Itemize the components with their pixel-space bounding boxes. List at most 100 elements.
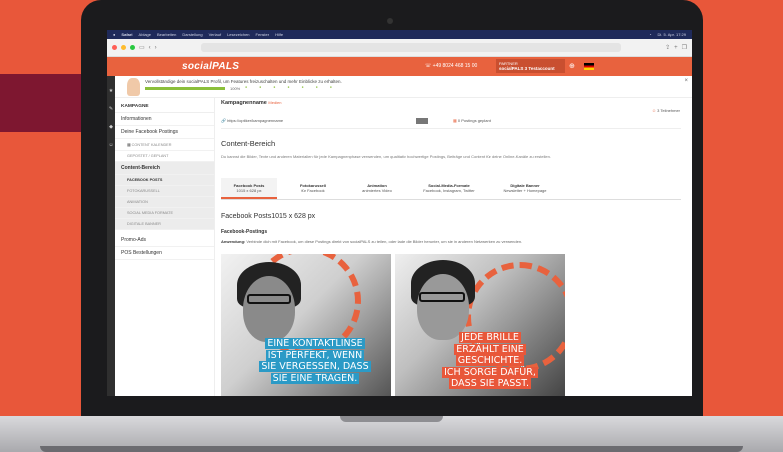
tab-social-media-formate[interactable]: Social-Media-Formate Facebook, Instagram,… (413, 178, 485, 199)
campaign-meta (221, 107, 686, 111)
browser-toolbar: ▭ ‹ › ⇪ + ❐ (107, 39, 692, 57)
pin-icon[interactable]: ✎ (107, 106, 115, 112)
sidebar-toggle-icon[interactable]: ▭ (139, 44, 145, 51)
sidebar-item-facebook-postings[interactable]: Deine Facebook Postings (115, 126, 214, 139)
campaign-sidebar: KAMPAGNE Informationen Deine Facebook Po… (115, 98, 215, 396)
icon-rail: ★ ✎ ◆ ☺ (107, 76, 115, 396)
tab-subtitle: Facebook, Instagram, Twitter (423, 188, 475, 193)
sidebar-item-pos-bestellungen[interactable]: POS Bestellungen (115, 247, 214, 260)
sidebar-item-facebook-posts[interactable]: FACEBOOK POSTS (115, 175, 214, 186)
sidebar-item-promo-ads[interactable]: Promo-Ads (115, 234, 214, 247)
photo-glasses (247, 294, 291, 304)
menu-fenster[interactable]: Fenster (256, 32, 270, 37)
sidebar-item-social-media-formate[interactable]: SOCIAL MEDIA FORMATE (115, 208, 214, 219)
caption-line: GESCHICHTE. (455, 355, 525, 366)
new-tab-icon[interactable]: + (674, 45, 678, 51)
caption-line: SIE EINE TRAGEN. (270, 372, 360, 384)
facebook-posts-heading: Facebook Posts1015 x 628 px (221, 213, 316, 220)
users-icon[interactable]: ☺ (107, 142, 115, 148)
facebook-post-image-glasses[interactable]: JEDE BRILLE ERZÄHLT EINE GESCHICHTE. ICH… (395, 254, 565, 396)
clock-status[interactable]: Di. 5. Apr. 17:29 (658, 32, 686, 37)
support-phone[interactable]: ☏ +49 8024 468 15 00 (425, 63, 477, 69)
facebook-post-image-contact-lens[interactable]: EINE KONTAKTLINSE IST PERFEKT, WENN SIE … (221, 254, 391, 396)
laptop-base-shadow (40, 446, 743, 452)
sidebar-item-informationen[interactable]: Informationen (115, 113, 214, 126)
campaign-link[interactable]: 🔗 https://optiker/kampagnenname (221, 118, 283, 123)
sidebar-item-gepostet[interactable]: GEPOSTET / GEPLANT (115, 151, 214, 162)
screen: ● Safari Ablage Bearbeiten Darstellung V… (107, 30, 692, 396)
link-icon: 🔗 (221, 118, 226, 123)
avatar (127, 78, 140, 96)
campaign-tag[interactable]: Medien (268, 100, 281, 105)
menu-verlauf[interactable]: Verlauf (209, 32, 221, 37)
minimize-window-icon[interactable] (121, 45, 126, 50)
progress-step (302, 85, 304, 89)
sidebar-item-digitale-banner[interactable]: DIGITALE BANNER (115, 219, 214, 230)
back-icon[interactable]: ‹ (149, 45, 151, 51)
maximize-window-icon[interactable] (130, 45, 135, 50)
sidebar-item-content-kalender[interactable]: ▦ CONTENT KALENDER (115, 139, 214, 151)
progress-bar-fill (145, 87, 225, 90)
wifi-icon[interactable]: ◔ (649, 32, 651, 37)
socialpals-logo[interactable]: socialPALS (182, 61, 239, 72)
usage-label: Anwendung: (221, 239, 246, 244)
menu-bearbeiten[interactable]: Bearbeiten (157, 32, 176, 37)
menu-hilfe[interactable]: Hilfe (275, 32, 283, 37)
participants[interactable]: ☺ 3 Teilnehmer (652, 108, 680, 113)
planned-posts-text: 0 Postings geplant (457, 118, 491, 123)
close-window-icon[interactable] (112, 45, 117, 50)
app-header: socialPALS ☏ +49 8024 468 15 00 PARTNER … (107, 57, 692, 76)
progress-step (316, 85, 318, 89)
progress-step (259, 85, 261, 89)
tab-digitale-banner[interactable]: Digitale Banner Newsletter + Homepage (493, 178, 557, 199)
caption-line: SIE VERGESSEN, DASS (259, 361, 371, 372)
forward-icon[interactable]: › (155, 45, 157, 51)
menu-ablage[interactable]: Ablage (139, 32, 151, 37)
tab-facebook-posts[interactable]: Facebook Posts 1015 x 628 px (221, 178, 277, 199)
divider (221, 128, 681, 129)
participants-icon: ☺ (651, 108, 657, 113)
image-caption-contact-lens: EINE KONTAKTLINSE IST PERFEKT, WENN SIE … (239, 338, 391, 384)
sidebar-item-content-bereich[interactable]: Content-Bereich (115, 162, 214, 175)
image-caption-glasses: JEDE BRILLE ERZÄHLT EINE GESCHICHTE. ICH… (415, 332, 565, 390)
progress-steps (245, 85, 332, 89)
photo-glasses (419, 292, 465, 302)
close-icon[interactable]: × (684, 78, 688, 84)
tab-animation[interactable]: Animation animiertes Video (349, 178, 405, 199)
address-bar[interactable] (200, 43, 622, 52)
mac-menubar: ● Safari Ablage Bearbeiten Darstellung V… (107, 30, 692, 39)
camera-icon (387, 18, 393, 24)
star-icon[interactable]: ◆ (107, 124, 115, 130)
sidebar-heading: KAMPAGNE (115, 98, 214, 113)
tabs-overview-icon[interactable]: ❐ (682, 44, 687, 51)
content-tabs: Facebook Posts 1015 x 628 px Fotokarussel… (221, 178, 681, 200)
help-icon[interactable]: ⊕ (569, 62, 575, 70)
account-switcher[interactable]: PARTNER socialPALS 3 Testaccount (496, 59, 565, 73)
tab-fotokarussell[interactable]: Fotokarussell für Facebook (285, 178, 341, 199)
tab-subtitle: für Facebook (301, 188, 325, 193)
menu-lesezeichen[interactable]: Lesezeichen (227, 32, 249, 37)
tab-subtitle: animiertes Video (362, 188, 392, 193)
share-icon[interactable]: ⇪ (665, 44, 670, 51)
section-title: Content-Bereich (221, 139, 276, 148)
caption-line: ERZÄHLT EINE (454, 343, 526, 355)
caption-line: JEDE BRILLE (459, 332, 521, 343)
progress-step (330, 85, 332, 89)
menu-safari[interactable]: Safari (121, 32, 132, 37)
sidebar-item-fotokarussell[interactable]: FOTOKARUSSELL (115, 186, 214, 197)
sidebar-item-animation[interactable]: ANIMATION (115, 197, 214, 208)
planned-posts[interactable]: ▦ 0 Postings geplant (453, 118, 491, 123)
caption-line: IST PERFEKT, WENN (265, 349, 365, 361)
apple-icon[interactable]: ● (113, 32, 115, 37)
german-flag-icon[interactable] (584, 63, 594, 70)
account-name: socialPALS 3 Testaccount (499, 66, 555, 71)
campaign-name: Kampagnenname (221, 100, 267, 106)
menu-darstellung[interactable]: Darstellung (182, 32, 202, 37)
home-icon[interactable]: ★ (107, 88, 115, 94)
profile-progress-banner: Vervollständige dein socialPALS Profil, … (115, 76, 692, 98)
usage-text: Verbinde dich mit Facebook, um diese Pos… (245, 239, 523, 244)
campaign-link-text: https://optiker/kampagnenname (227, 118, 284, 123)
caption-line: DASS SIE PASST. (449, 378, 531, 389)
support-phone-number: +49 8024 468 15 00 (432, 63, 478, 69)
caption-line: EINE KONTAKTLINSE (265, 338, 365, 349)
